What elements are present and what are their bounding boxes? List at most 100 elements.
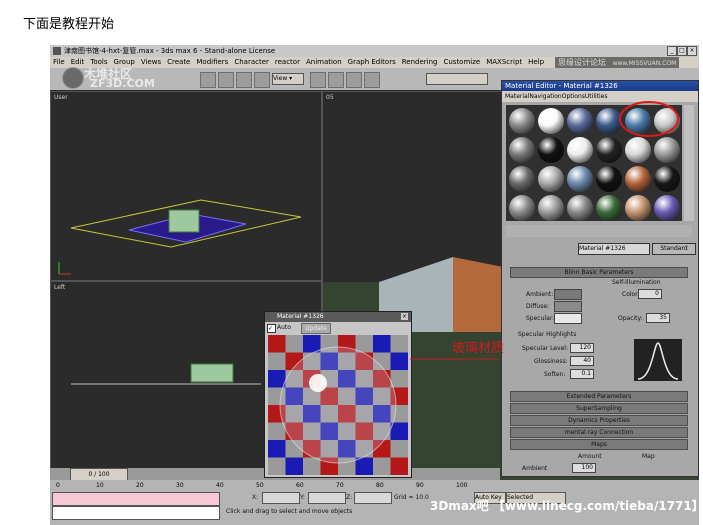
material-slot[interactable] — [625, 137, 651, 163]
material-slot[interactable] — [596, 166, 622, 192]
checker-cell — [268, 457, 286, 475]
maxscript-input[interactable] — [52, 506, 220, 520]
x-coord-field[interactable] — [262, 492, 300, 504]
material-editor-title-text: Material Editor - Material #1326 — [505, 82, 618, 90]
menu-edit[interactable]: Edit — [71, 58, 85, 66]
menu-customize[interactable]: Customize — [443, 58, 480, 66]
snap-icon[interactable] — [310, 72, 326, 88]
rotate-icon[interactable] — [236, 72, 252, 88]
menu-character[interactable]: Character — [234, 58, 269, 66]
close-button[interactable]: × — [687, 46, 697, 56]
side-tool-strip[interactable] — [684, 105, 694, 221]
update-button[interactable]: Update — [301, 323, 331, 334]
soften-label: Soften: — [544, 371, 566, 378]
me-menu-options[interactable]: Options — [562, 93, 585, 100]
material-slot[interactable] — [654, 195, 680, 221]
material-slot[interactable] — [509, 137, 535, 163]
page-heading: 下面是教程开始 — [23, 17, 115, 32]
grid-value: Grid = 10.0 — [394, 494, 429, 501]
checker-cell — [303, 457, 321, 475]
maximize-button[interactable]: □ — [677, 46, 687, 56]
specular-swatch[interactable] — [554, 313, 582, 324]
align-icon[interactable] — [364, 72, 380, 88]
material-slot[interactable] — [567, 137, 593, 163]
menu-rendering[interactable]: Rendering — [402, 58, 438, 66]
menu-views[interactable]: Views — [141, 58, 161, 66]
ambient-map-label: Ambient — [522, 465, 548, 472]
material-slot[interactable] — [596, 195, 622, 221]
y-coord-field[interactable] — [308, 492, 346, 504]
opacity-value[interactable]: 35 — [646, 313, 670, 323]
extended-rollout[interactable]: Extended Parameters — [510, 391, 688, 402]
material-slot[interactable] — [625, 166, 651, 192]
building-side-model — [190, 363, 234, 383]
material-slot[interactable] — [538, 108, 564, 134]
dynamics-rollout[interactable]: Dynamics Properties — [510, 415, 688, 426]
material-slot[interactable] — [654, 166, 680, 192]
menu-reactor[interactable]: reactor — [275, 58, 300, 66]
me-menu-navigation[interactable]: Navigation — [529, 93, 561, 100]
menu-create[interactable]: Create — [167, 58, 190, 66]
maps-rollout[interactable]: Maps — [510, 439, 688, 450]
blinn-rollout[interactable]: Blinn Basic Parameters — [510, 267, 688, 278]
material-slot[interactable] — [509, 195, 535, 221]
me-menu-utilities[interactable]: Utilities — [585, 93, 608, 100]
logo-subtitle: ZF3D.COM — [90, 77, 155, 90]
timeline-tick: 50 — [256, 482, 264, 489]
soften-value[interactable]: 0.1 — [570, 369, 594, 379]
material-slot[interactable] — [567, 195, 593, 221]
minimize-button[interactable]: _ — [667, 46, 677, 56]
title-bar: 津南图书馆-4-hxt-复管.max - 3ds max 6 - Stand-a… — [50, 45, 699, 57]
menu-help[interactable]: Help — [528, 58, 544, 66]
material-slot[interactable] — [625, 195, 651, 221]
auto-label: Auto — [277, 324, 291, 331]
view-dropdown[interactable]: View ▾ — [272, 73, 304, 85]
material-slot[interactable] — [596, 137, 622, 163]
checker-cell — [355, 457, 373, 475]
material-slot[interactable] — [567, 108, 593, 134]
selection-set-dropdown[interactable] — [426, 73, 488, 85]
auto-checkbox[interactable]: ✓ — [267, 324, 276, 333]
preview-close-button[interactable]: × — [401, 313, 408, 320]
building-brick-wall — [453, 257, 503, 332]
timeline-tick: 100 — [456, 482, 468, 489]
material-slot[interactable] — [538, 166, 564, 192]
material-slot[interactable] — [567, 166, 593, 192]
mirror-icon[interactable] — [346, 72, 362, 88]
material-preview-title-text: Material #1326 — [277, 313, 324, 320]
color-label: Color — [622, 291, 638, 298]
user-view-scene — [70, 199, 302, 248]
timeline-tick: 70 — [336, 482, 344, 489]
z-coord-field[interactable] — [354, 492, 392, 504]
material-type-button[interactable]: Standard — [652, 243, 696, 255]
specular-level-value[interactable]: 120 — [570, 343, 594, 353]
scale-icon[interactable] — [254, 72, 270, 88]
ambient-map-amount[interactable]: 100 — [572, 463, 596, 473]
material-name-field[interactable]: Material #1326 — [578, 243, 650, 255]
select-icon[interactable] — [200, 72, 216, 88]
material-slot[interactable] — [509, 108, 535, 134]
mental-ray-rollout[interactable]: mental ray Connection — [510, 427, 688, 438]
diffuse-swatch[interactable] — [554, 301, 582, 312]
glass-sphere — [279, 346, 397, 464]
material-slot[interactable] — [654, 137, 680, 163]
menu-graph-editors[interactable]: Graph Editors — [348, 58, 396, 66]
angle-snap-icon[interactable] — [328, 72, 344, 88]
menu-modifiers[interactable]: Modifiers — [196, 58, 228, 66]
window-title: 津南图书馆-4-hxt-复管.max - 3ds max 6 - Stand-a… — [64, 47, 276, 55]
material-slot[interactable] — [538, 137, 564, 163]
maxscript-listener[interactable] — [52, 492, 220, 506]
color-value[interactable]: 0 — [638, 289, 662, 299]
me-menu-material[interactable]: Material — [505, 93, 529, 100]
material-slot[interactable] — [538, 195, 564, 221]
supersampling-rollout[interactable]: SuperSampling — [510, 403, 688, 414]
ambient-swatch[interactable] — [554, 289, 582, 300]
menu-animation[interactable]: Animation — [306, 58, 342, 66]
checker-cell — [390, 457, 408, 475]
glossiness-value[interactable]: 40 — [570, 356, 594, 366]
material-slot[interactable] — [509, 166, 535, 192]
select-region-icon[interactable] — [218, 72, 234, 88]
menu-file[interactable]: File — [53, 58, 65, 66]
viewport-user[interactable]: User — [50, 91, 322, 281]
menu-maxscript[interactable]: MAXScript — [486, 58, 522, 66]
